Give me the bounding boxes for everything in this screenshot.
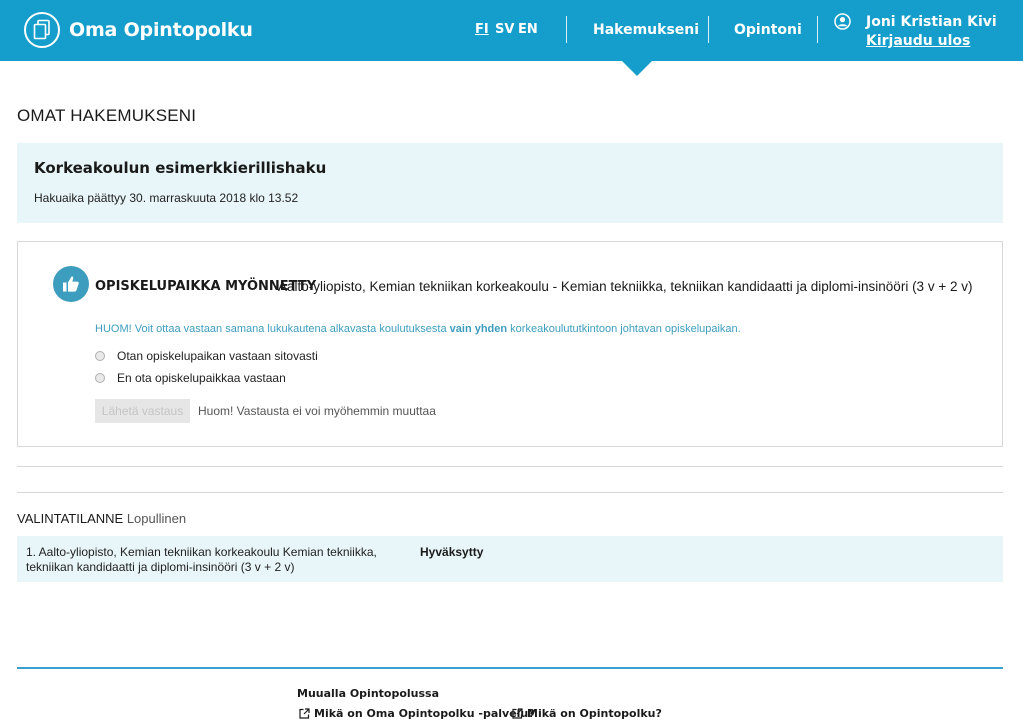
footer-link-opintopolku[interactable]: Mikä on Opintopolku? bbox=[512, 707, 662, 720]
lang-sv[interactable]: SV bbox=[495, 22, 514, 37]
nav-divider bbox=[566, 16, 567, 43]
offer-note-suffix: korkeakoulututkintoon johtavan opiskelup… bbox=[507, 323, 741, 335]
offer-note-bold: vain yhden bbox=[449, 323, 508, 335]
footer-divider bbox=[17, 667, 1003, 669]
option-accept[interactable]: Otan opiskelupaikan vastaan sitovasti bbox=[95, 349, 318, 363]
user-icon bbox=[834, 13, 851, 35]
send-answer-button[interactable]: Lähetä vastaus bbox=[95, 399, 190, 423]
nav-opintoni[interactable]: Opintoni bbox=[734, 22, 802, 38]
divider bbox=[17, 466, 1003, 467]
nav-hakemukseni[interactable]: Hakemukseni bbox=[593, 22, 699, 38]
result-program: 1. Aalto-yliopisto, Kemian tekniikan kor… bbox=[26, 545, 377, 574]
application-name: Korkeakoulun esimerkkierillishaku bbox=[34, 159, 327, 177]
footer-link-label: Mikä on Oma Opintopolku -palvelu? bbox=[314, 707, 535, 720]
logo-icon bbox=[24, 12, 60, 48]
offer-note: HUOM! Voit ottaa vastaan samana lukukaut… bbox=[95, 323, 741, 335]
nav-divider bbox=[817, 16, 818, 43]
thumbs-up-icon bbox=[53, 266, 89, 302]
selection-label: VALINTATILANNE bbox=[17, 511, 124, 526]
footer-link-oma-opintopolku[interactable]: Mikä on Oma Opintopolku -palvelu? bbox=[299, 707, 535, 720]
nav-divider bbox=[708, 16, 709, 43]
option-decline[interactable]: En ota opiskelupaikkaa vastaan bbox=[95, 371, 286, 385]
selection-status: VALINTATILANNE Lopullinen bbox=[17, 511, 186, 526]
decline-radio[interactable] bbox=[95, 373, 105, 383]
send-note: Huom! Vastausta ei voi myöhemmin muuttaa bbox=[198, 404, 436, 418]
footer-link-label: Mikä on Opintopolku? bbox=[527, 707, 662, 720]
lang-en[interactable]: EN bbox=[518, 22, 538, 37]
offer-program: Aalto-yliopisto, Kemian tekniikan korkea… bbox=[278, 279, 973, 294]
top-bar: Oma Opintopolku FI SV EN Hakemukseni Opi… bbox=[0, 0, 1023, 61]
external-link-icon bbox=[512, 708, 523, 719]
footer-title: Muualla Opintopolussa bbox=[297, 687, 440, 700]
external-link-icon bbox=[299, 708, 310, 719]
option-accept-label: Otan opiskelupaikan vastaan sitovasti bbox=[117, 349, 318, 363]
divider bbox=[17, 492, 1003, 493]
result-status: Hyväksytty bbox=[420, 545, 484, 559]
application-box: Korkeakoulun esimerkkierillishaku Hakuai… bbox=[17, 143, 1003, 223]
active-nav-marker bbox=[622, 61, 652, 76]
logo-text: Oma Opintopolku bbox=[69, 19, 253, 41]
lang-fi[interactable]: FI bbox=[475, 22, 489, 37]
offer-box: OPISKELUPAIKKA MYÖNNETTY Aalto-yliopisto… bbox=[17, 241, 1003, 447]
offer-note-prefix: HUOM! Voit ottaa vastaan samana lukukaut… bbox=[95, 323, 450, 335]
option-decline-label: En ota opiskelupaikkaa vastaan bbox=[117, 371, 286, 385]
accept-radio[interactable] bbox=[95, 351, 105, 361]
page-title: OMAT HAKEMUKSENI bbox=[17, 106, 197, 125]
result-row: 1. Aalto-yliopisto, Kemian tekniikan kor… bbox=[17, 536, 1003, 582]
application-deadline: Hakuaika päättyy 30. marraskuuta 2018 kl… bbox=[34, 191, 299, 205]
selection-value: Lopullinen bbox=[126, 511, 187, 526]
user-name: Joni Kristian Kivi bbox=[866, 14, 997, 30]
logo[interactable]: Oma Opintopolku bbox=[24, 10, 253, 50]
logout-link[interactable]: Kirjaudu ulos bbox=[866, 33, 970, 49]
